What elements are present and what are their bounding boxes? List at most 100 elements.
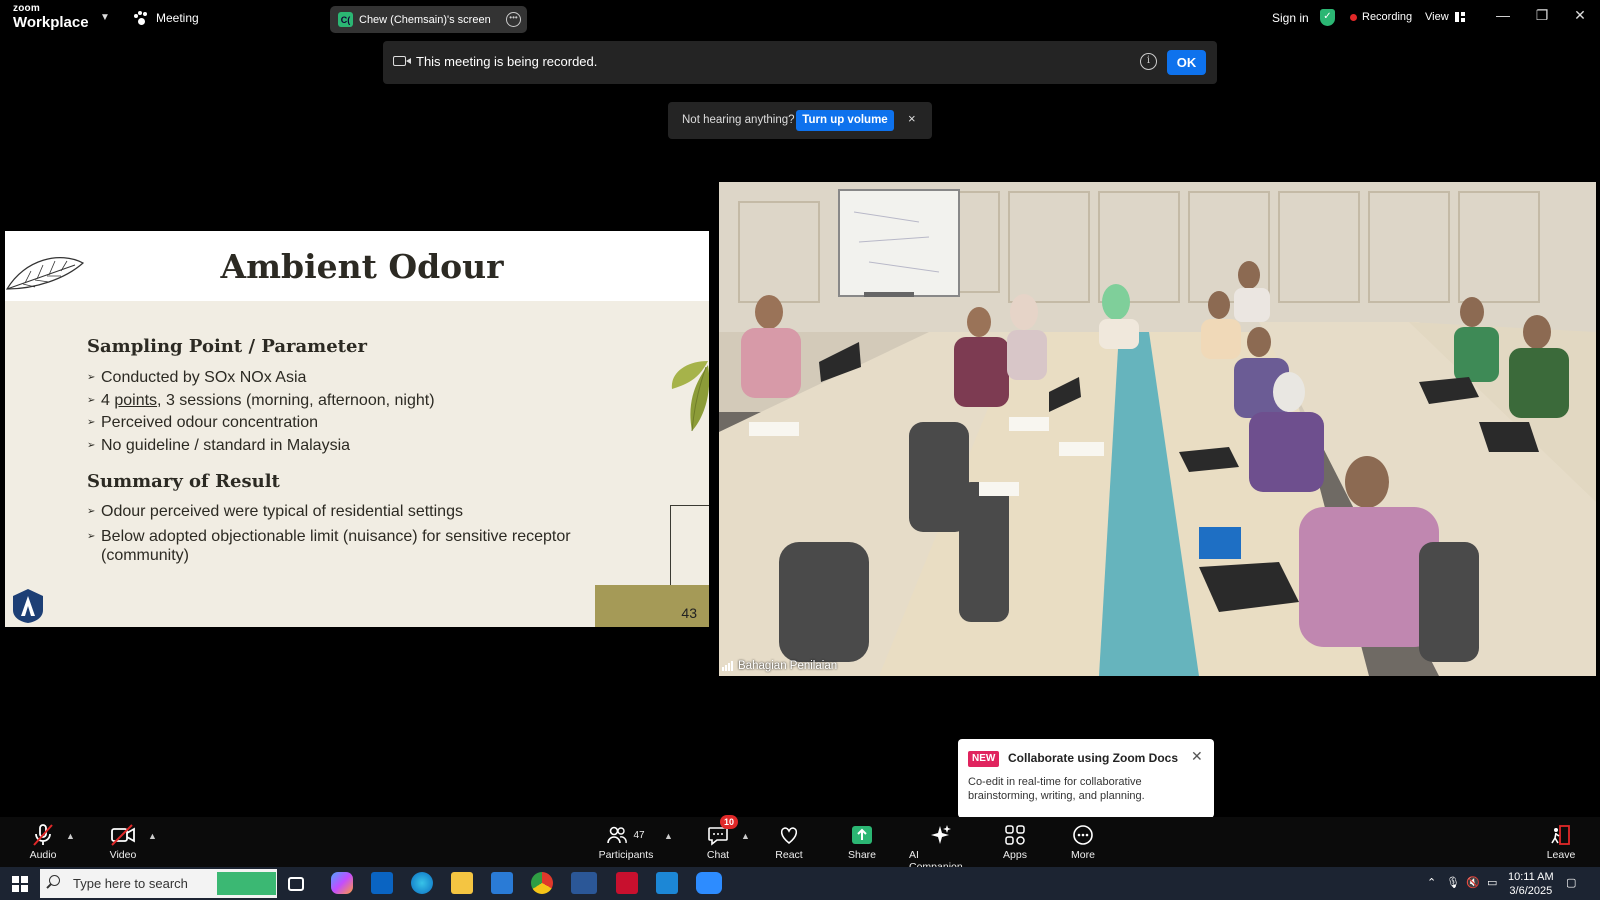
chevron-down-icon[interactable]: ▼ (100, 12, 110, 23)
restore-icon[interactable]: ❐ (1532, 7, 1552, 24)
task-view-icon[interactable] (288, 877, 304, 891)
ai-companion-button[interactable]: AI Companion (909, 823, 973, 873)
meeting-label: Meeting (156, 11, 199, 25)
taskbar-search-box[interactable]: Type here to search (40, 869, 277, 898)
apps-label: Apps (1003, 849, 1027, 861)
edge-icon[interactable] (411, 872, 433, 894)
page-number: 43 (681, 605, 697, 621)
heart-react-icon (778, 823, 800, 847)
view-label: View (1425, 11, 1449, 23)
volume-prompt-banner: Not hearing anything? Turn up volume × (668, 102, 932, 139)
video-button[interactable]: Video (106, 823, 140, 861)
sampling-bullet-list: Conducted by SOx NOx Asia 4 points, 3 se… (87, 367, 435, 457)
sign-in-link[interactable]: Sign in (1272, 11, 1309, 25)
bullet-item: 4 points, 3 sessions (morning, afternoon… (87, 390, 435, 413)
clock-time: 10:11 AM (1508, 871, 1554, 883)
chat-label: Chat (706, 849, 730, 861)
audio-options-caret-icon[interactable]: ▲ (66, 831, 75, 841)
connection-signal-icon (722, 661, 733, 671)
acrobat-icon[interactable] (616, 872, 638, 894)
microphone-icon[interactable]: 🎙 (1446, 876, 1460, 889)
microphone-muted-icon (31, 823, 55, 847)
turn-up-volume-button[interactable]: Turn up volume (796, 110, 894, 131)
grid-view-icon (1454, 12, 1465, 22)
video-label: Video (109, 849, 137, 861)
bullet-item: Perceived odour concentration (87, 412, 435, 435)
audio-label: Audio (29, 849, 57, 861)
participant-name: Bahagian Penilaian (738, 660, 838, 672)
bullet-item: Conducted by SOx NOx Asia (87, 367, 435, 390)
snipping-tool-icon[interactable] (656, 872, 678, 894)
share-button[interactable]: Share (846, 823, 878, 861)
chat-caret-icon[interactable]: ▲ (741, 831, 750, 841)
notifications-icon[interactable]: ▢ (1566, 876, 1576, 889)
clock-date: 3/6/2025 (1509, 885, 1553, 897)
record-dot-icon (1350, 13, 1357, 21)
zoom-workplace-logo[interactable]: zoom Workplace (13, 4, 89, 31)
show-hidden-icons-icon[interactable]: ⌃ (1427, 876, 1436, 889)
search-icon (49, 875, 60, 886)
meeting-room-video-feed (719, 182, 1596, 676)
word-icon[interactable] (571, 872, 597, 894)
volume-prompt-text: Not hearing anything? (682, 114, 795, 126)
zoom-docs-promo-popup: NEW Collaborate using Zoom Docs ✕ Co-edi… (958, 739, 1214, 825)
more-options-icon[interactable]: ••• (506, 12, 521, 27)
green-leaf-icon (671, 361, 709, 432)
slide-title: Ambient Odour (220, 247, 504, 286)
zoom-icon[interactable] (696, 872, 722, 894)
meeting-menu-button[interactable]: Meeting (134, 11, 199, 25)
search-highlight-graphic (217, 872, 276, 895)
apps-button[interactable]: Apps (1001, 823, 1029, 861)
more-label: More (1071, 849, 1095, 861)
participant-video-tile[interactable]: Bahagian Penilaian (719, 182, 1596, 676)
outlook-icon[interactable] (371, 872, 393, 894)
close-icon[interactable]: ✕ (1191, 748, 1203, 765)
recording-notice-text: This meeting is being recorded. (416, 54, 598, 69)
chrome-icon[interactable] (531, 872, 553, 894)
logo-line-2: Workplace (13, 14, 89, 31)
minimize-icon[interactable]: — (1493, 7, 1513, 23)
leave-button[interactable]: Leave (1546, 823, 1576, 861)
view-button[interactable]: View (1425, 11, 1465, 23)
participants-icon: 47 (607, 823, 645, 847)
bullet-item: No guideline / standard in Malaysia (87, 435, 435, 458)
close-icon[interactable]: × (908, 111, 916, 126)
security-shield-icon[interactable]: ✓ (1320, 9, 1335, 26)
organization-crest-icon (13, 589, 43, 623)
recording-notice-banner: This meeting is being recorded. i OK (383, 41, 1217, 84)
screen-share-indicator[interactable]: C( Chew (Chemsain)'s screen ••• (330, 6, 527, 33)
presenter-avatar: C( (338, 12, 353, 27)
file-explorer-icon[interactable] (451, 872, 473, 894)
video-off-icon (110, 823, 136, 847)
copilot-icon[interactable] (331, 872, 353, 894)
popup-description: Co-edit in real-time for collaborative b… (968, 776, 1145, 802)
audio-button[interactable]: Audio (26, 823, 60, 861)
store-icon[interactable] (491, 872, 513, 894)
speaker-muted-icon[interactable]: 🔇 (1466, 876, 1480, 889)
video-camera-icon (393, 56, 411, 66)
close-window-icon[interactable]: ✕ (1570, 7, 1590, 24)
participants-label: Participants (598, 849, 654, 861)
participant-name-label: Bahagian Penilaian (722, 660, 837, 672)
video-options-caret-icon[interactable]: ▲ (148, 831, 157, 841)
participants-caret-icon[interactable]: ▲ (664, 831, 673, 841)
more-button[interactable]: More (1069, 823, 1097, 861)
windows-start-icon[interactable] (12, 876, 28, 892)
bullet-item: Odour perceived were typical of resident… (87, 501, 607, 524)
bullet-item: Below adopted objectionable limit (nuisa… (87, 527, 607, 565)
network-icon[interactable]: ▭ (1487, 876, 1497, 889)
info-icon[interactable]: i (1140, 53, 1157, 70)
recording-indicator[interactable]: Recording (1350, 11, 1412, 23)
page-number-band: 43 (595, 585, 709, 627)
participants-button[interactable]: 47 Participants (596, 823, 656, 861)
apps-icon (1004, 823, 1026, 847)
ok-button[interactable]: OK (1167, 50, 1206, 75)
system-clock[interactable]: 10:11 AM 3/6/2025 (1508, 870, 1554, 898)
section-title-summary: Summary of Result (87, 471, 280, 492)
share-screen-icon (851, 823, 873, 847)
points-link[interactable]: points (114, 392, 157, 409)
more-options-icon (1072, 823, 1094, 847)
new-badge: NEW (968, 751, 1000, 767)
paw-icon (134, 11, 148, 25)
react-button[interactable]: React (772, 823, 806, 861)
